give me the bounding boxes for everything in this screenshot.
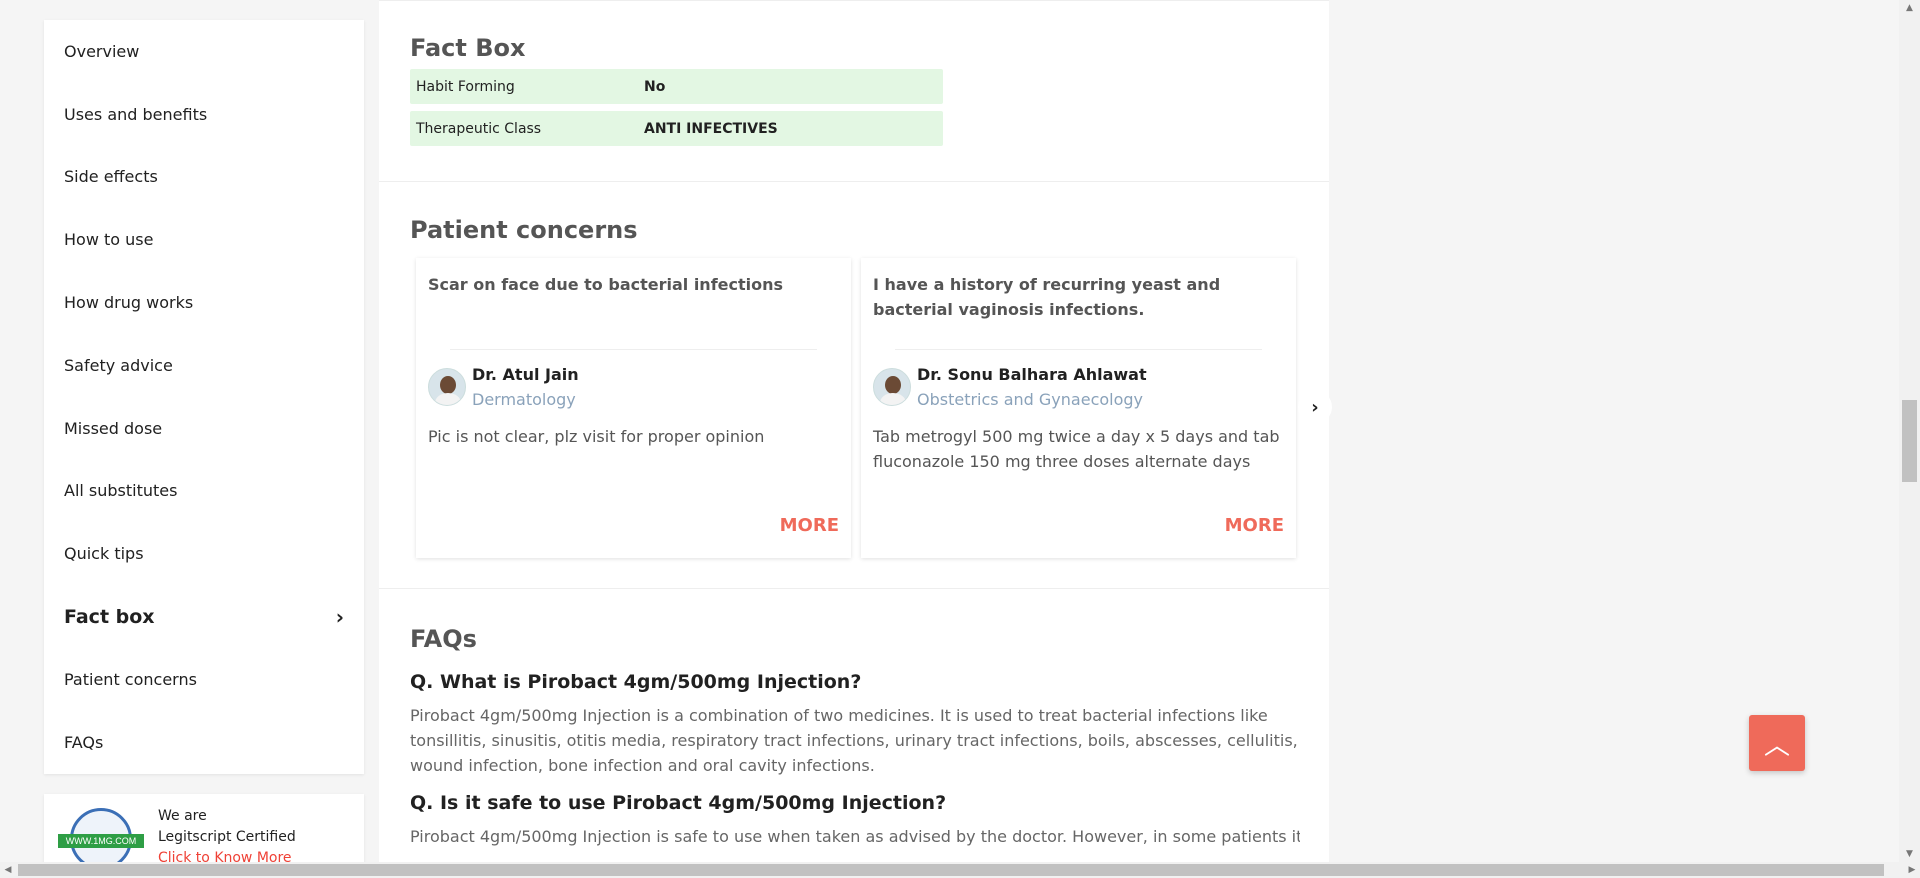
sidebar-item-label: FAQs [64,732,104,752]
divider [450,349,817,350]
doctor-avatar [873,368,911,406]
sidebar-item-label: Patient concerns [64,669,197,689]
concern-card[interactable]: Scar on face due to bacterial infections… [416,258,851,558]
scroll-right-arrow-icon[interactable]: ▶ [1904,862,1920,878]
fact-key: Habit Forming [416,78,515,95]
scroll-down-arrow-icon[interactable]: ▼ [1899,846,1920,862]
sidebar-item-fact-box[interactable]: Fact box › [44,585,364,648]
legit-line2: Legitscript Certified [158,829,296,845]
vertical-scrollbar[interactable]: ▲ ▼ [1899,0,1920,862]
seal-text: WWW.1MG.COM [58,834,144,848]
faqs-section: FAQs Q. What is Pirobact 4gm/500mg Injec… [379,589,1329,849]
fact-box-section: Fact Box Habit Forming No Therapeutic Cl… [379,0,1329,182]
sidebar-item-label: Side effects [64,167,158,187]
faq-question: Q. Is it safe to use Pirobact 4gm/500mg … [410,792,947,814]
doctor-name: Dr. Sonu Balhara Ahlawat [917,365,1147,384]
sidebar-nav: Overview Uses and benefits Side effects … [44,20,364,774]
sidebar-item-all-substitutes[interactable]: All substitutes [44,460,364,523]
faq-answer: Pirobact 4gm/500mg Injection is a combin… [410,706,1298,775]
legit-line1: We are [158,808,207,824]
sidebar-item-label: Safety advice [64,355,173,375]
sidebar-item-overview[interactable]: Overview [44,20,364,83]
sidebar-item-how-drug-works[interactable]: How drug works [44,271,364,334]
sidebar-item-label: How to use [64,230,154,250]
concerns-carousel: Scar on face due to bacterial infections… [410,258,1332,560]
chevron-right-icon: › [1311,396,1319,418]
doctor-info: Dr. Atul Jain Dermatology [428,362,839,412]
concern-card[interactable]: I have a history of recurring yeast and … [861,258,1296,558]
main-content: Fact Box Habit Forming No Therapeutic Cl… [379,0,1332,862]
sidebar-item-label: Fact box [64,605,155,628]
vertical-scroll-thumb[interactable] [1902,400,1917,482]
carousel-next-button[interactable]: › [1298,390,1332,424]
concern-question: I have a history of recurring yeast and … [873,275,1221,319]
more-button[interactable]: MORE [780,515,839,536]
horizontal-scroll-thumb[interactable] [18,864,1884,876]
sidebar-item-safety-advice[interactable]: Safety advice [44,334,364,397]
concern-answer: Pic is not clear, plz visit for proper o… [428,427,765,446]
doctor-specialty: Dermatology [472,390,576,409]
doctor-name: Dr. Atul Jain [472,365,579,384]
sidebar-item-side-effects[interactable]: Side effects [44,146,364,209]
patient-concerns-section: Patient concerns Scar on face due to bac… [379,182,1332,589]
scroll-to-top-button[interactable]: ︿ [1749,715,1805,771]
fact-row: Habit Forming No [410,69,943,104]
chevron-up-icon: ︿ [1763,730,1790,761]
more-button[interactable]: MORE [1225,515,1284,536]
fact-value: No [644,78,666,95]
faq-question: Q. What is Pirobact 4gm/500mg Injection? [410,671,862,693]
page: Overview Uses and benefits Side effects … [0,0,1899,874]
doctor-info: Dr. Sonu Balhara Ahlawat Obstetrics and … [873,362,1284,412]
doctor-specialty: Obstetrics and Gynaecology [917,390,1144,409]
fact-box-title: Fact Box [410,34,526,62]
divider [895,349,1262,350]
concern-answer: Tab metrogyl 500 mg twice a day x 5 days… [873,427,1280,471]
sidebar-item-missed-dose[interactable]: Missed dose [44,397,364,460]
sidebar-item-label: Uses and benefits [64,104,208,124]
sidebar-item-label: How drug works [64,293,194,313]
sidebar-item-how-to-use[interactable]: How to use [44,208,364,271]
sidebar-item-patient-concerns[interactable]: Patient concerns [44,648,364,711]
sidebar-item-label: All substitutes [64,481,178,501]
sidebar-item-quick-tips[interactable]: Quick tips [44,522,364,585]
faqs-title: FAQs [410,625,477,653]
sidebar-item-label: Missed dose [64,418,163,438]
fact-row: Therapeutic Class ANTI INFECTIVES [410,111,943,146]
doctor-avatar [428,368,466,406]
faq-answer: Pirobact 4gm/500mg Injection is safe to … [410,827,1300,846]
concern-question: Scar on face due to bacterial infections [428,275,784,294]
sidebar-item-label: Overview [64,41,140,61]
fact-value: ANTI INFECTIVES [644,120,778,137]
scroll-left-arrow-icon[interactable]: ◀ [0,862,16,878]
sidebar-item-uses-and-benefits[interactable]: Uses and benefits [44,83,364,146]
sidebar-item-label: Quick tips [64,544,144,564]
fact-key: Therapeutic Class [416,120,542,137]
sidebar-item-faqs[interactable]: FAQs [44,711,364,774]
patient-concerns-title: Patient concerns [410,216,638,244]
horizontal-scrollbar[interactable]: ◀ ▶ [0,862,1920,878]
chevron-right-icon: › [335,604,344,629]
scroll-up-arrow-icon[interactable]: ▲ [1899,0,1920,16]
